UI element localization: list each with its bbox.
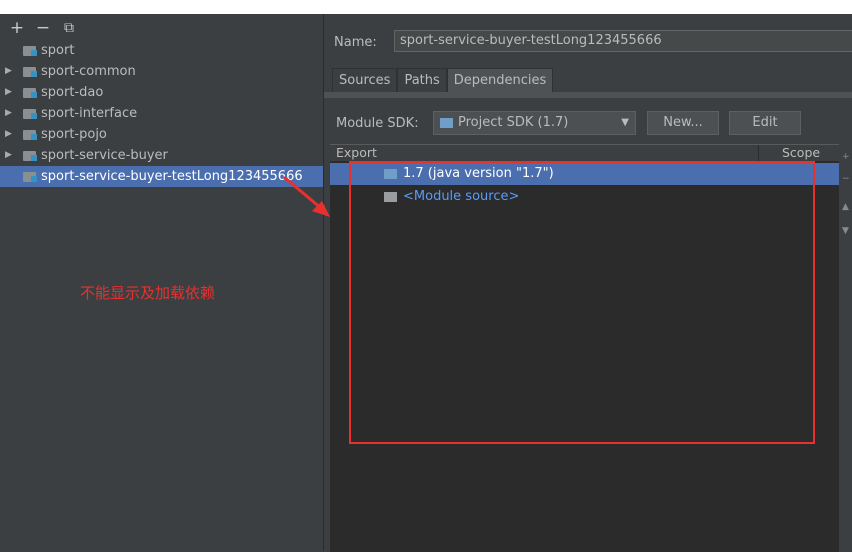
tree-item-label: sport-pojo	[41, 127, 107, 142]
module-sdk-label: Module SDK:	[336, 115, 419, 131]
top-strip	[0, 0, 852, 14]
module-tabs: Sources Paths Dependencies	[332, 68, 554, 93]
expand-arrow-icon[interactable]: ▶	[5, 82, 15, 103]
tree-item-sport-service-buyer-testlong[interactable]: sport-service-buyer-testLong123455666	[0, 166, 323, 187]
sdk-folder-icon	[440, 118, 453, 128]
module-icon	[23, 129, 37, 140]
tab-sources[interactable]: Sources	[332, 68, 398, 93]
name-row: Name: sport-service-buyer-testLong123455…	[334, 30, 852, 53]
add-icon[interactable]: +	[842, 152, 850, 162]
module-icon	[23, 171, 37, 182]
module-icon	[23, 150, 37, 161]
remove-icon[interactable]: −	[34, 19, 52, 37]
module-sdk-row: Module SDK: Project SDK (1.7) ▼ New... E…	[336, 111, 801, 135]
tree-item-sport[interactable]: sport	[0, 40, 323, 61]
annotation-box	[349, 161, 815, 444]
add-icon[interactable]: +	[8, 19, 26, 37]
tree-item-sport-pojo[interactable]: ▶ sport-pojo	[0, 124, 323, 145]
expand-arrow-icon[interactable]: ▶	[5, 145, 15, 166]
module-icon	[23, 66, 37, 77]
tab-underline	[324, 92, 852, 98]
tree-item-sport-interface[interactable]: ▶ sport-interface	[0, 103, 323, 124]
module-icon	[23, 87, 37, 98]
tree-item-sport-dao[interactable]: ▶ sport-dao	[0, 82, 323, 103]
module-icon	[23, 45, 37, 56]
column-export[interactable]: Export	[336, 145, 377, 161]
annotation-arrow	[283, 175, 330, 217]
column-scope[interactable]: Scope	[782, 145, 820, 161]
table-header: Export Scope	[330, 145, 839, 162]
move-up-icon[interactable]: ▲	[842, 202, 849, 212]
expand-arrow-icon[interactable]: ▶	[5, 124, 15, 145]
copy-icon[interactable]: ⧉	[60, 19, 78, 37]
tab-dependencies[interactable]: Dependencies	[446, 68, 554, 93]
tree-item-label: sport	[41, 43, 75, 58]
annotation-note: 不能显示及加载依赖	[80, 284, 216, 302]
edit-sdk-button[interactable]: Edit	[729, 111, 801, 135]
tree-item-sport-service-buyer[interactable]: ▶ sport-service-buyer	[0, 145, 323, 166]
module-sdk-value: Project SDK (1.7)	[458, 115, 569, 130]
module-name-field[interactable]: sport-service-buyer-testLong123455666	[394, 30, 852, 52]
tab-paths[interactable]: Paths	[397, 68, 447, 93]
tree-item-label: sport-service-buyer-testLong123455666	[41, 169, 303, 184]
module-tree: sport ▶ sport-common ▶ sport-dao ▶ sport…	[0, 40, 323, 187]
expand-arrow-icon[interactable]: ▶	[5, 61, 15, 82]
move-down-icon[interactable]: ▼	[842, 226, 849, 236]
chevron-down-icon: ▼	[621, 117, 629, 128]
new-sdk-button[interactable]: New...	[647, 111, 719, 135]
expand-arrow-icon[interactable]: ▶	[5, 103, 15, 124]
name-label: Name:	[334, 34, 377, 50]
table-side-toolbar: + − ▲ ▼	[840, 144, 852, 551]
module-sdk-select[interactable]: Project SDK (1.7) ▼	[433, 111, 636, 135]
column-separator	[758, 145, 759, 161]
tree-item-label: sport-interface	[41, 106, 138, 121]
tree-item-sport-common[interactable]: ▶ sport-common	[0, 61, 323, 82]
module-icon	[23, 108, 37, 119]
tree-item-label: sport-common	[41, 64, 136, 79]
remove-icon[interactable]: −	[842, 174, 850, 184]
tree-toolbar: + − ⧉	[8, 19, 78, 37]
tree-item-label: sport-dao	[41, 85, 104, 100]
tree-item-label: sport-service-buyer	[41, 148, 168, 163]
